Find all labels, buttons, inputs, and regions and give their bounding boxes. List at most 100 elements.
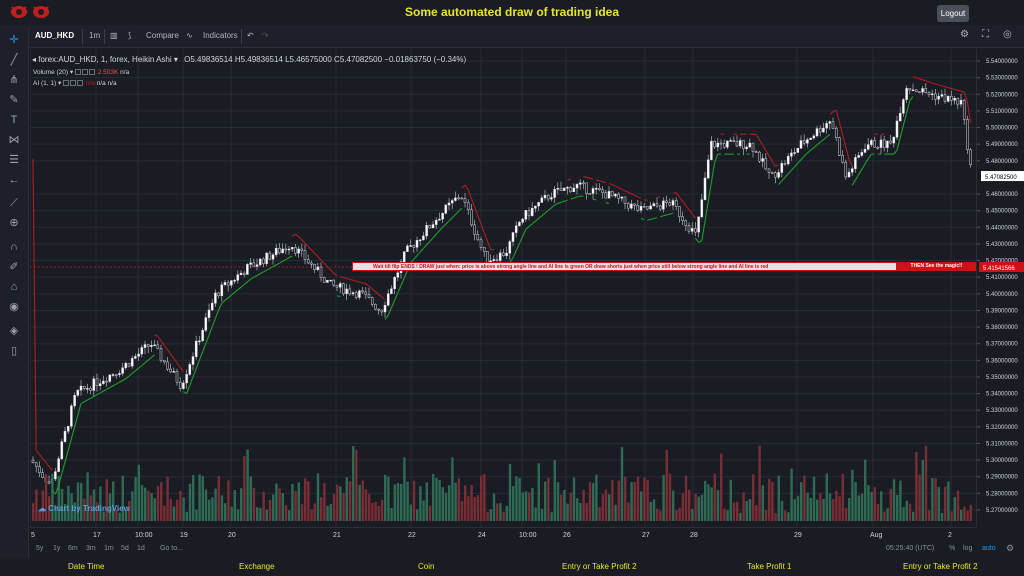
candle-body xyxy=(374,304,377,310)
candle-body xyxy=(684,220,688,226)
range-1d[interactable]: 1d xyxy=(137,545,145,552)
eye-icon[interactable] xyxy=(74,69,81,76)
ai-segment xyxy=(419,248,424,253)
candle-body xyxy=(274,247,278,256)
chart-style-icon[interactable]: ▥ xyxy=(110,31,118,40)
range-1y[interactable]: 1y xyxy=(53,545,60,552)
volume-bar xyxy=(489,509,492,521)
fib-icon[interactable]: ☰ xyxy=(7,153,21,167)
close-icon[interactable] xyxy=(88,69,95,76)
eye-icon[interactable]: ◉ xyxy=(7,300,21,314)
eye-icon[interactable] xyxy=(63,80,70,87)
settings-icon[interactable] xyxy=(70,80,77,87)
interval-selector[interactable]: 1m xyxy=(89,31,100,40)
layers-icon[interactable]: ◈ xyxy=(7,324,21,338)
close-icon[interactable] xyxy=(77,80,84,87)
range-5d[interactable]: 5d xyxy=(121,545,129,552)
trend-line-icon[interactable]: ╱ xyxy=(7,53,21,67)
candle-body xyxy=(534,205,537,209)
ai-segment xyxy=(576,195,581,198)
candle-body xyxy=(694,228,697,233)
settings-icon[interactable]: ⚙ xyxy=(960,29,969,40)
range-3m[interactable]: 3m xyxy=(86,545,96,552)
time-scale[interactable]: 5 17 10:00 19 20 21 22 24 10:00 26 27 28 29 Aug 2 xyxy=(30,527,976,541)
auto-toggle[interactable]: auto xyxy=(982,545,996,552)
fullscreen-icon[interactable]: ⛶ xyxy=(982,29,989,40)
candle-body xyxy=(966,119,969,151)
ai-segment xyxy=(397,285,402,294)
zoom-in-icon[interactable]: ⊕ xyxy=(7,216,21,230)
candle-body xyxy=(319,266,323,278)
redo-icon[interactable]: ↷ xyxy=(262,31,269,40)
ai-segment xyxy=(291,233,296,237)
volume-bar xyxy=(812,476,816,521)
percent-toggle[interactable]: % xyxy=(949,545,955,552)
ai-segment xyxy=(314,252,319,257)
volume-bar xyxy=(476,495,480,521)
chart-toolbar: AUD_HKD 1m ▥ ⟆ Compare ∿ Indicators ↶ ↷ … xyxy=(0,25,1024,48)
lock-icon[interactable]: ⌂ xyxy=(7,280,21,294)
banner-highlight[interactable]: THEN See the magic!! xyxy=(897,262,976,271)
pitchfork-icon[interactable]: ⋔ xyxy=(7,73,21,87)
ruler-icon[interactable]: ⟋ xyxy=(7,196,21,210)
ai-segment xyxy=(422,244,428,249)
candle-body xyxy=(658,205,662,210)
settings-icon[interactable] xyxy=(81,69,88,76)
pattern-icon[interactable]: ⋈ xyxy=(7,133,21,147)
candle-body xyxy=(617,193,620,199)
logout-button[interactable]: Logout xyxy=(937,5,969,22)
compare-button[interactable]: Compare xyxy=(146,31,179,40)
chart-canvas[interactable] xyxy=(29,49,976,527)
volume-bar xyxy=(460,501,464,521)
text-icon[interactable]: T xyxy=(7,113,21,127)
brush-icon[interactable]: ✎ xyxy=(7,93,21,107)
price-axis[interactable]: 5.54000000 5.53000000 5.52000000 5.51000000… xyxy=(977,49,1024,527)
time-axis[interactable]: 5 17 10:00 19 20 21 22 24 10:00 26 27 28 29 Aug 2 xyxy=(30,528,976,542)
trade-idea-banner[interactable]: Wait till flip ENDS ! DRAW just when: pr… xyxy=(352,262,897,271)
screenshot-icon[interactable]: ◎ xyxy=(1003,29,1012,40)
candle-body xyxy=(406,245,409,252)
log-toggle[interactable]: log xyxy=(963,545,972,552)
price-scale[interactable]: 5.54000000 5.53000000 5.52000000 5.51000000… xyxy=(976,49,1024,527)
indicators-icon[interactable]: ∿ xyxy=(186,31,193,40)
chart-pane[interactable]: ◂ forex:AUD_HKD, 1, forex, Heikin Ashi ▾… xyxy=(29,49,976,527)
candle-body xyxy=(470,209,473,226)
volume-bar xyxy=(355,449,358,521)
volume-bar xyxy=(592,483,595,521)
candle-body xyxy=(572,187,576,193)
legend-toggle-icon[interactable]: ◂ xyxy=(32,55,36,64)
volume-bar xyxy=(441,487,444,521)
ai-segment xyxy=(214,309,220,319)
price-label: 5.28000000 xyxy=(986,491,1018,497)
candle-body xyxy=(86,388,89,390)
candle-body xyxy=(825,123,828,129)
legend-dropdown-icon[interactable]: ▾ xyxy=(174,55,180,64)
volume-bar xyxy=(880,491,883,521)
volume-bar xyxy=(659,510,662,521)
settings-icon[interactable]: ⚙ xyxy=(1006,543,1014,554)
trash-icon[interactable]: ▯ xyxy=(7,344,21,358)
ai-segment xyxy=(106,387,111,390)
clock[interactable]: 05:25:40 (UTC) xyxy=(886,545,934,552)
time-label: 20 xyxy=(228,532,236,539)
symbol-search[interactable]: AUD_HKD xyxy=(35,31,74,40)
volume-bar xyxy=(486,512,489,521)
compare-icon[interactable]: ⟆ xyxy=(128,31,131,40)
ai-segment xyxy=(707,182,712,202)
ai-segment xyxy=(627,191,632,195)
magnet-icon[interactable]: ∩ xyxy=(7,240,21,254)
undo-icon[interactable]: ↶ xyxy=(247,31,254,40)
crosshair-icon[interactable]: ✛ xyxy=(7,33,21,47)
range-1m[interactable]: 1m xyxy=(104,545,114,552)
candle-body xyxy=(396,272,400,278)
range-6m[interactable]: 6m xyxy=(68,545,78,552)
pencil-lock-icon[interactable]: ✐ xyxy=(7,260,21,274)
ai-segment xyxy=(336,295,341,298)
indicators-button[interactable]: Indicators xyxy=(203,31,238,40)
volume-bar xyxy=(944,486,947,521)
candle-body xyxy=(434,219,438,225)
range-5y[interactable]: 5y xyxy=(36,545,43,552)
back-arrow-icon[interactable]: ← xyxy=(7,173,21,187)
ai-segment xyxy=(535,218,539,222)
goto-button[interactable]: Go to... xyxy=(160,545,183,552)
